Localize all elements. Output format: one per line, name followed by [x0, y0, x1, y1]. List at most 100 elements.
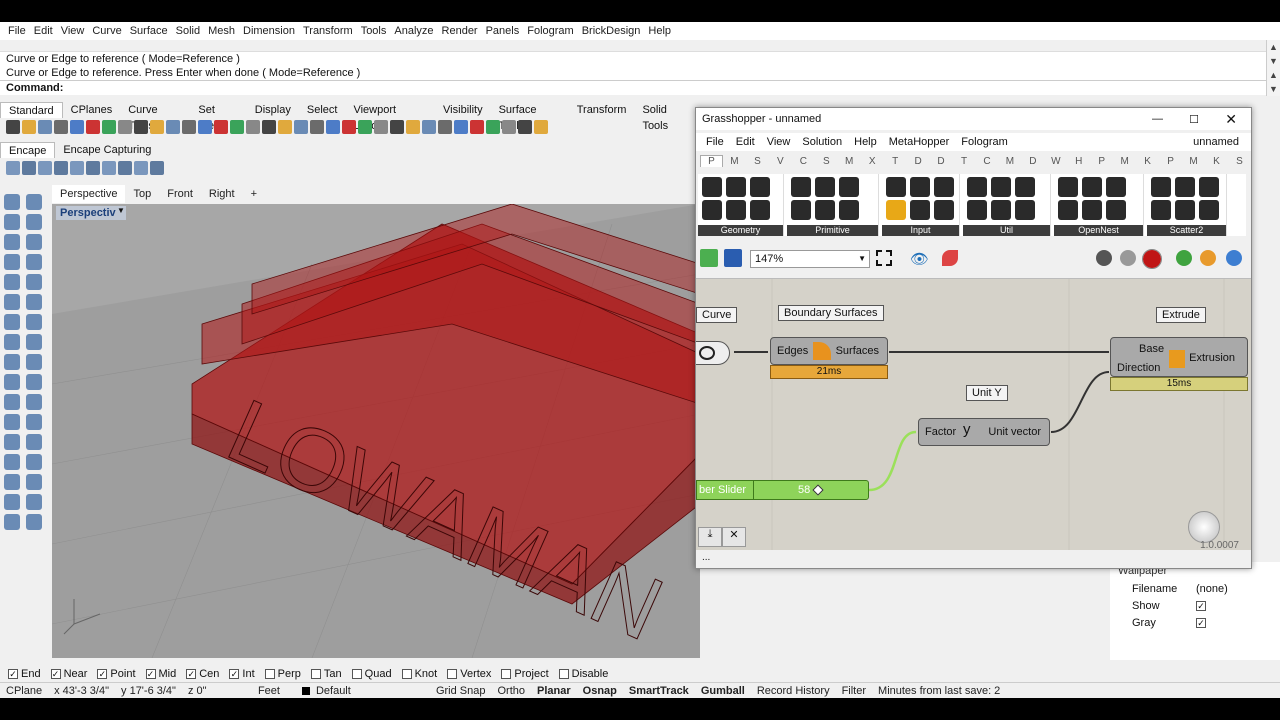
tab-surface-tools[interactable]: Surface Tools	[491, 102, 569, 132]
toolbar-tool-icon[interactable]	[406, 120, 420, 134]
output-surfaces[interactable]: Surfaces	[836, 345, 879, 357]
toolbar-tool-icon[interactable]	[390, 120, 404, 134]
status-gumball[interactable]: Gumball	[695, 685, 751, 697]
toolbar-tool-icon[interactable]	[118, 120, 132, 134]
toolbar-tool-icon[interactable]	[182, 120, 196, 134]
toolbar-tool-icon[interactable]	[454, 120, 468, 134]
left-tool-icon[interactable]	[26, 354, 42, 370]
gh-tab[interactable]: M	[998, 156, 1021, 167]
component-icon[interactable]	[910, 200, 930, 220]
menu-curve[interactable]: Curve	[88, 25, 125, 37]
osnap-quad[interactable]: Quad	[351, 668, 392, 680]
toolbar-tool-icon[interactable]	[502, 120, 516, 134]
encape-tool-icon[interactable]	[22, 161, 36, 175]
preview-selected-icon[interactable]	[1176, 250, 1192, 266]
tab-transform[interactable]: Transform	[569, 102, 635, 118]
left-tool-icon[interactable]	[4, 374, 20, 390]
osnap-checkbox[interactable]: ✓	[8, 669, 18, 679]
menu-transform[interactable]: Transform	[299, 25, 357, 37]
toolbar-tool-icon[interactable]	[438, 120, 452, 134]
gh-canvas[interactable]: Curve Boundary Surfaces Edges Surfaces 2…	[696, 278, 1251, 550]
tab-select[interactable]: Select	[299, 102, 346, 118]
component-icon[interactable]	[1082, 200, 1102, 220]
gh-tab[interactable]: D	[907, 156, 930, 167]
component-icon[interactable]	[1015, 177, 1035, 197]
bake-icon[interactable]: ⤓	[698, 527, 722, 547]
open-file-icon[interactable]	[700, 249, 718, 267]
component-icon[interactable]	[967, 177, 987, 197]
component-icon[interactable]	[1106, 200, 1126, 220]
tab-set-view[interactable]: Set View	[190, 102, 246, 132]
component-icon[interactable]	[1151, 177, 1171, 197]
menu-edit[interactable]: Edit	[30, 25, 57, 37]
component-icon[interactable]	[1058, 177, 1078, 197]
menu-surface[interactable]: Surface	[126, 25, 172, 37]
gh-tab[interactable]: K	[1136, 156, 1159, 167]
toolbar-tool-icon[interactable]	[518, 120, 532, 134]
component-icon[interactable]	[1058, 200, 1078, 220]
left-tool-icon[interactable]	[26, 214, 42, 230]
scroll-down-icon[interactable]: ▼	[1267, 54, 1280, 68]
encape-tool-icon[interactable]	[134, 161, 148, 175]
osnap-checkbox[interactable]: ✓	[145, 669, 156, 679]
left-tool-icon[interactable]	[4, 274, 20, 290]
osnap-checkbox[interactable]	[501, 669, 512, 679]
left-tool-icon[interactable]	[4, 474, 20, 490]
left-tool-icon[interactable]	[26, 394, 42, 410]
left-tool-icon[interactable]	[26, 334, 42, 350]
component-icon[interactable]	[815, 177, 835, 197]
left-tool-icon[interactable]	[4, 214, 20, 230]
left-tool-icon[interactable]	[26, 374, 42, 390]
output-unit-vector[interactable]: Unit vector	[988, 426, 1041, 438]
encape-tool-icon[interactable]	[86, 161, 100, 175]
gh-tab[interactable]: T	[884, 156, 907, 167]
prop-gray-checkbox[interactable]: ✓	[1196, 617, 1206, 628]
toolbar-tool-icon[interactable]	[278, 120, 292, 134]
osnap-checkbox[interactable]	[351, 669, 362, 679]
component-icon[interactable]	[1175, 200, 1195, 220]
toolbar-tool-icon[interactable]	[150, 120, 164, 134]
slider-grip-icon[interactable]	[812, 484, 824, 496]
toolbar-tool-icon[interactable]	[422, 120, 436, 134]
left-tool-icon[interactable]	[4, 454, 20, 470]
input-base[interactable]: Base	[1139, 343, 1164, 355]
menu-solid[interactable]: Solid	[172, 25, 204, 37]
gh-tab[interactable]: C	[792, 156, 815, 167]
osnap-checkbox[interactable]	[447, 669, 458, 679]
toolbar-tool-icon[interactable]	[486, 120, 500, 134]
left-tool-icon[interactable]	[4, 394, 20, 410]
component-icon[interactable]	[791, 177, 811, 197]
boundary-surfaces-component[interactable]: Edges Surfaces	[770, 337, 888, 365]
scroll-up-icon[interactable]: ▲	[1267, 40, 1280, 54]
osnap-checkbox[interactable]: ✓	[50, 669, 61, 679]
osnap-mid[interactable]: ✓ Mid	[145, 668, 176, 680]
component-icon[interactable]	[1199, 200, 1219, 220]
gh-tab[interactable]: V	[769, 156, 792, 167]
toolbar-tool-icon[interactable]	[22, 120, 36, 134]
gh-tab[interactable]: W	[1044, 156, 1067, 167]
menu-tools[interactable]: Tools	[357, 25, 391, 37]
toolbar-tool-icon[interactable]	[470, 120, 484, 134]
gh-tab[interactable]: K	[1205, 156, 1228, 167]
encape-tool-icon[interactable]	[6, 161, 20, 175]
status-osnap[interactable]: Osnap	[577, 685, 623, 697]
menu-render[interactable]: Render	[438, 25, 482, 37]
component-icon[interactable]	[1175, 177, 1195, 197]
component-icon[interactable]	[967, 200, 987, 220]
add-viewport-icon[interactable]: +	[243, 185, 265, 203]
gh-tab[interactable]: S	[815, 156, 838, 167]
gh-tab[interactable]: M	[1113, 156, 1136, 167]
osnap-cen[interactable]: ✓ Cen	[186, 668, 219, 680]
component-icon[interactable]	[750, 200, 770, 220]
component-icon[interactable]	[1199, 177, 1219, 197]
curve-param[interactable]	[696, 341, 730, 365]
menu-view[interactable]: View	[57, 25, 89, 37]
navigation-widget-icon[interactable]	[1188, 511, 1220, 543]
component-icon[interactable]	[991, 200, 1011, 220]
maximize-icon[interactable]: ☐	[1189, 113, 1199, 126]
gh-menu-help[interactable]: Help	[848, 136, 883, 148]
prop-show-checkbox[interactable]: ✓	[1196, 600, 1206, 611]
component-icon[interactable]	[839, 200, 859, 220]
menu-file[interactable]: File	[4, 25, 30, 37]
status-layer[interactable]: Default	[310, 685, 430, 697]
